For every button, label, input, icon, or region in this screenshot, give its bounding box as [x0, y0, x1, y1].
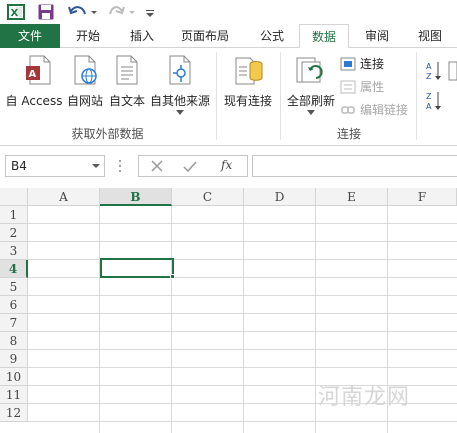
svg-text:A: A — [29, 69, 37, 80]
column-header-e[interactable]: E — [316, 188, 388, 206]
ribbon-tabs: 文件 开始 插入 页面布局 公式 数据 审阅 视图 — [0, 24, 457, 49]
row-header[interactable]: 2 — [0, 224, 28, 242]
group-separator — [280, 52, 281, 140]
properties-label: 属性 — [360, 80, 385, 94]
fill-handle[interactable] — [170, 274, 175, 279]
tab-data[interactable]: 数据 — [299, 24, 349, 49]
row-header[interactable]: 10 — [0, 368, 28, 386]
row-header[interactable]: 7 — [0, 314, 28, 332]
customize-qat-icon[interactable] — [144, 2, 156, 22]
edit-links-icon — [341, 106, 355, 114]
sort-icon[interactable] — [448, 60, 457, 82]
tab-formulas[interactable]: 公式 — [252, 24, 292, 48]
connections-button[interactable]: 连接 — [340, 54, 400, 74]
group-label-get-external: 获取外部数据 — [71, 127, 144, 141]
save-icon[interactable] — [38, 2, 54, 22]
svg-text:Z: Z — [426, 92, 432, 101]
from-other-sources-label: 自其他来源 — [149, 94, 210, 108]
column-header-d[interactable]: D — [244, 188, 316, 206]
column-header-c[interactable]: C — [172, 188, 244, 206]
chevron-down-icon — [176, 110, 184, 115]
connections-icon — [340, 57, 356, 71]
column-header-b[interactable]: B — [100, 188, 172, 206]
row-header[interactable]: 1 — [0, 206, 28, 224]
resize-handle-icon[interactable] — [117, 158, 123, 174]
chevron-down-icon — [92, 164, 100, 168]
edit-links-label: 编辑链接 — [360, 103, 409, 117]
tab-review[interactable]: 审阅 — [358, 24, 396, 48]
properties-icon — [340, 80, 356, 94]
existing-connections-button[interactable]: 现有连接 — [220, 52, 276, 112]
existing-connections-label: 现有连接 — [223, 94, 272, 108]
enter-icon[interactable] — [183, 160, 197, 173]
from-access-button[interactable]: A 自 Access — [4, 52, 64, 112]
group-separator — [416, 52, 417, 140]
access-database-icon: A — [26, 55, 51, 85]
name-box-value: B4 — [11, 159, 27, 173]
row-header[interactable]: 9 — [0, 350, 28, 368]
properties-button[interactable]: 属性 — [340, 77, 400, 97]
tab-view[interactable]: 视图 — [410, 24, 450, 48]
from-web-button[interactable]: 自网站 — [64, 52, 106, 112]
row-header[interactable]: 3 — [0, 242, 28, 260]
formula-input[interactable] — [252, 155, 457, 177]
existing-connections-icon — [235, 57, 263, 85]
from-text-button[interactable]: 自文本 — [106, 52, 148, 112]
row-header[interactable]: 11 — [0, 386, 28, 404]
tab-insert[interactable]: 插入 — [122, 24, 162, 48]
redo-icon[interactable] — [108, 2, 136, 22]
tab-file[interactable]: 文件 — [0, 24, 60, 48]
row-header[interactable]: 8 — [0, 332, 28, 350]
row-header-selected[interactable]: 4 — [0, 260, 28, 278]
sort-ascending-icon[interactable]: A Z — [424, 60, 444, 82]
sort-descending-icon[interactable]: Z A — [424, 90, 444, 112]
tab-page-layout[interactable]: 页面布局 — [174, 24, 236, 48]
svg-text:Z: Z — [426, 72, 432, 81]
chevron-down-icon — [307, 110, 315, 115]
from-other-sources-button[interactable]: 自其他来源 — [148, 52, 212, 115]
excel-window: X 文件 开始 插入 页面布局 公式 数据 审阅 视图 A 自 Access 自… — [0, 0, 457, 433]
formula-actions: fx — [138, 155, 248, 177]
group-separator — [216, 52, 217, 140]
refresh-all-label: 全部刷新 — [286, 94, 335, 108]
web-page-icon — [74, 55, 97, 85]
formula-bar: B4 fx — [0, 146, 457, 186]
group-label-connections: 连接 — [336, 127, 361, 141]
name-box[interactable]: B4 — [5, 155, 105, 177]
row-header[interactable]: 12 — [0, 404, 28, 422]
refresh-all-button[interactable]: 全部刷新 — [284, 52, 338, 115]
tab-home[interactable]: 开始 — [68, 24, 108, 48]
column-header-a[interactable]: A — [28, 188, 100, 206]
text-file-icon — [116, 55, 138, 85]
active-cell-b4[interactable] — [100, 258, 174, 278]
svg-text:A: A — [426, 62, 432, 71]
other-sources-icon — [169, 55, 191, 85]
excel-logo-icon: X — [7, 4, 25, 20]
insert-function-button[interactable]: fx — [221, 158, 232, 172]
ribbon-data: A 自 Access 自网站 自文本 自其他来源 获取外部数据 现有连接 全部刷… — [0, 48, 457, 146]
undo-icon[interactable] — [67, 2, 97, 22]
from-access-label: 自 Access — [5, 94, 63, 108]
column-header-f[interactable]: F — [388, 188, 457, 206]
connections-label: 连接 — [360, 57, 385, 71]
from-web-label: 自网站 — [66, 94, 103, 108]
svg-text:A: A — [426, 102, 432, 111]
edit-links-button[interactable]: 编辑链接 — [340, 100, 412, 120]
row-header[interactable]: 6 — [0, 296, 28, 314]
watermark: 河南龙网 — [318, 385, 411, 410]
quick-access-toolbar: X — [0, 0, 457, 24]
from-text-label: 自文本 — [108, 94, 145, 108]
cancel-icon[interactable] — [151, 160, 163, 172]
row-header[interactable]: 5 — [0, 278, 28, 296]
refresh-all-icon — [296, 57, 323, 83]
select-all-corner[interactable] — [0, 188, 28, 206]
